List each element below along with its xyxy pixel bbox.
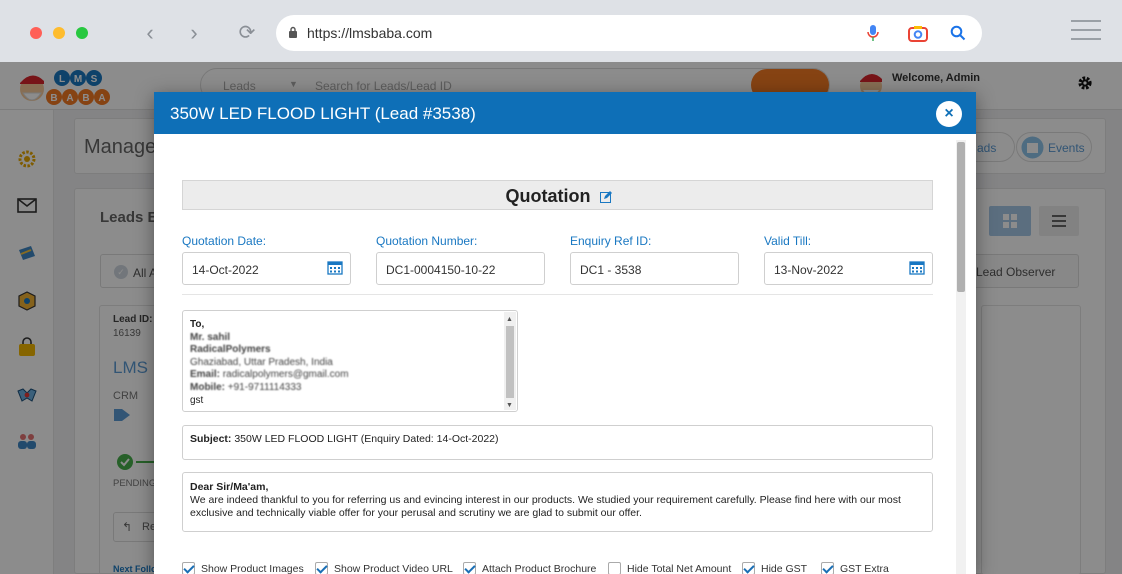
quotation-date-label: Quotation Date: bbox=[182, 234, 267, 248]
valid-till-label: Valid Till: bbox=[764, 234, 812, 248]
valid-till-input[interactable]: 13-Nov-2022 bbox=[764, 252, 933, 285]
minimize-window-button[interactable] bbox=[53, 27, 65, 39]
lock-icon bbox=[289, 26, 297, 38]
quotation-heading-bar: Quotation bbox=[182, 180, 933, 210]
back-arrow-icon[interactable]: ‹ bbox=[137, 20, 163, 46]
quotation-number-label: Quotation Number: bbox=[376, 234, 478, 248]
letter-body-field[interactable]: Dear Sir/Ma'am, We are indeed thankful t… bbox=[182, 472, 933, 532]
gst-extra-option[interactable]: GST Extra bbox=[821, 562, 889, 574]
reload-icon[interactable]: ⟳ bbox=[234, 20, 260, 46]
microphone-icon[interactable] bbox=[867, 24, 879, 42]
recipient-address-textarea[interactable]: To, Mr. sahil RadicalPolymers Ghaziabad,… bbox=[182, 310, 518, 412]
divider bbox=[182, 294, 933, 295]
checkbox[interactable] bbox=[315, 562, 328, 574]
show-product-images-option[interactable]: Show Product Images bbox=[182, 562, 304, 574]
checkbox[interactable] bbox=[463, 562, 476, 574]
address-bar[interactable]: https://lmsbaba.com bbox=[276, 15, 982, 51]
close-window-button[interactable] bbox=[30, 27, 42, 39]
hide-gst-option[interactable]: Hide GST bbox=[742, 562, 807, 574]
quotation-modal: 350W LED FLOOD LIGHT (Lead #3538) × Quot… bbox=[154, 92, 976, 574]
checkbox[interactable] bbox=[608, 562, 621, 574]
quotation-date-input[interactable]: 14-Oct-2022 bbox=[182, 252, 351, 285]
quotation-number-input[interactable]: DC1-0004150-10-22 bbox=[376, 252, 545, 285]
modal-title: 350W LED FLOOD LIGHT (Lead #3538) bbox=[170, 104, 476, 123]
show-product-video-url-option[interactable]: Show Product Video URL bbox=[315, 562, 453, 574]
calendar-icon[interactable] bbox=[327, 260, 343, 275]
modal-scrollbar-thumb[interactable] bbox=[957, 142, 965, 292]
maximize-window-button[interactable] bbox=[76, 27, 88, 39]
quotation-options: Show Product Images Show Product Video U… bbox=[182, 560, 942, 574]
camera-icon[interactable] bbox=[908, 25, 928, 42]
url-text: https://lmsbaba.com bbox=[307, 25, 433, 41]
checkbox[interactable] bbox=[182, 562, 195, 574]
search-icon[interactable] bbox=[950, 25, 966, 41]
textarea-scrollbar[interactable]: ▲ ▼ bbox=[504, 312, 516, 410]
forward-arrow-icon[interactable]: › bbox=[181, 20, 207, 46]
hide-total-net-amount-option[interactable]: Hide Total Net Amount bbox=[608, 562, 731, 574]
calendar-icon[interactable] bbox=[909, 260, 925, 275]
attach-product-brochure-option[interactable]: Attach Product Brochure bbox=[463, 562, 596, 574]
edit-icon[interactable] bbox=[599, 191, 612, 203]
browser-chrome: ‹ › ⟳ https://lmsbaba.com bbox=[0, 0, 1122, 62]
close-icon[interactable]: × bbox=[936, 101, 962, 127]
checkbox[interactable] bbox=[742, 562, 755, 574]
modal-header: 350W LED FLOOD LIGHT (Lead #3538) × bbox=[154, 92, 976, 134]
checkbox[interactable] bbox=[821, 562, 834, 574]
subject-field[interactable]: Subject: 350W LED FLOOD LIGHT (Enquiry D… bbox=[182, 425, 933, 460]
enquiry-ref-label: Enquiry Ref ID: bbox=[570, 234, 652, 248]
enquiry-ref-input[interactable]: DC1 - 3538 bbox=[570, 252, 739, 285]
quotation-heading: Quotation bbox=[505, 186, 591, 206]
browser-menu-icon[interactable] bbox=[1071, 20, 1101, 47]
